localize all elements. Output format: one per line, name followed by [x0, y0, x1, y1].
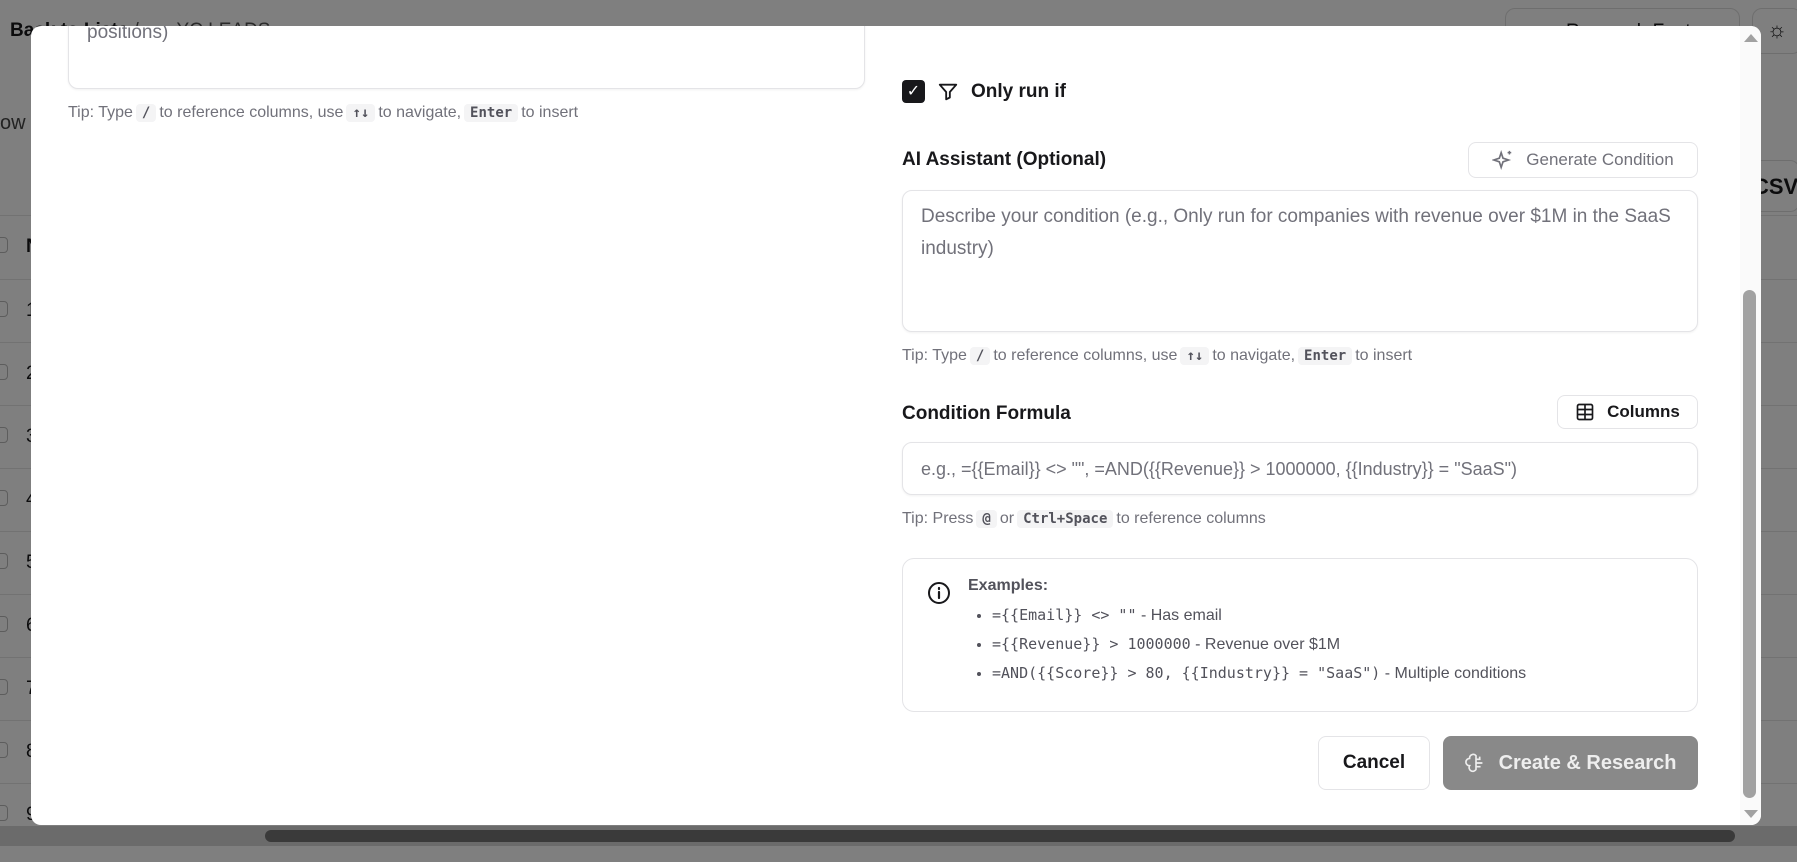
scroll-down-arrow-icon[interactable] — [1744, 810, 1758, 818]
create-and-research-button[interactable]: Create & Research — [1443, 736, 1698, 790]
scroll-up-arrow-icon[interactable] — [1744, 34, 1758, 42]
ai-tip: Tip: Type / to reference columns, use ↑↓ to … — [902, 347, 1413, 365]
filter-icon — [938, 83, 958, 100]
horizontal-scrollbar[interactable] — [0, 826, 1797, 846]
ai-assistant-label: AI Assistant (Optional) — [902, 149, 1107, 170]
columns-button[interactable]: Columns — [1557, 395, 1698, 429]
examples-list: ={{Email}} <> "" - Has email={{Revenue}}… — [968, 601, 1673, 688]
condition-formula-input[interactable]: e.g., ={{Email}} <> "", =AND({{Revenue}}… — [902, 442, 1698, 495]
ai-condition-textarea[interactable]: Describe your condition (e.g., Only run … — [902, 190, 1698, 332]
table-icon — [1576, 403, 1594, 421]
example-item: ={{Revenue}} > 1000000 - Revenue over $1… — [992, 630, 1673, 659]
only-run-if-checkbox[interactable]: ✓ — [902, 80, 925, 103]
formula-tip: Tip: Press @ or Ctrl+Space to reference colu… — [902, 510, 1266, 528]
scrollbar-thumb[interactable] — [1743, 290, 1756, 798]
only-run-if-label: Only run if — [971, 80, 1066, 102]
example-item: ={{Email}} <> "" - Has email — [992, 601, 1673, 630]
example-code: ={{Email}} <> "" — [992, 606, 1137, 624]
example-item: =AND({{Score}} > 80, {{Industry}} = "Saa… — [992, 659, 1673, 688]
condition-formula-label: Condition Formula — [902, 403, 1071, 424]
prompt-tip: Tip: Type / to reference columns, use ↑↓ to … — [68, 104, 579, 122]
prompt-textarea[interactable]: positions) — [68, 26, 865, 89]
sparkles-icon — [1492, 150, 1512, 170]
examples-box: Examples: ={{Email}} <> "" - Has email={… — [902, 558, 1698, 712]
example-description: - Has email — [1136, 607, 1222, 624]
brain-icon — [1464, 753, 1482, 773]
cancel-button[interactable]: Cancel — [1318, 736, 1430, 790]
example-description: - Revenue over $1M — [1190, 636, 1341, 653]
only-run-if-row: ✓ Only run if — [902, 80, 1066, 103]
scrollbar-thumb[interactable] — [265, 830, 1735, 842]
create-column-modal: positions) Tip: Type / to reference column… — [31, 26, 1761, 825]
generate-condition-button[interactable]: Generate Condition — [1468, 142, 1698, 178]
example-code: ={{Revenue}} > 1000000 — [992, 635, 1191, 653]
example-description: - Multiple conditions — [1380, 665, 1527, 682]
example-code: =AND({{Score}} > 80, {{Industry}} = "Saa… — [992, 664, 1381, 682]
examples-title: Examples: — [968, 577, 1049, 594]
modal-vertical-scrollbar[interactable] — [1740, 26, 1761, 825]
info-icon — [928, 582, 950, 604]
